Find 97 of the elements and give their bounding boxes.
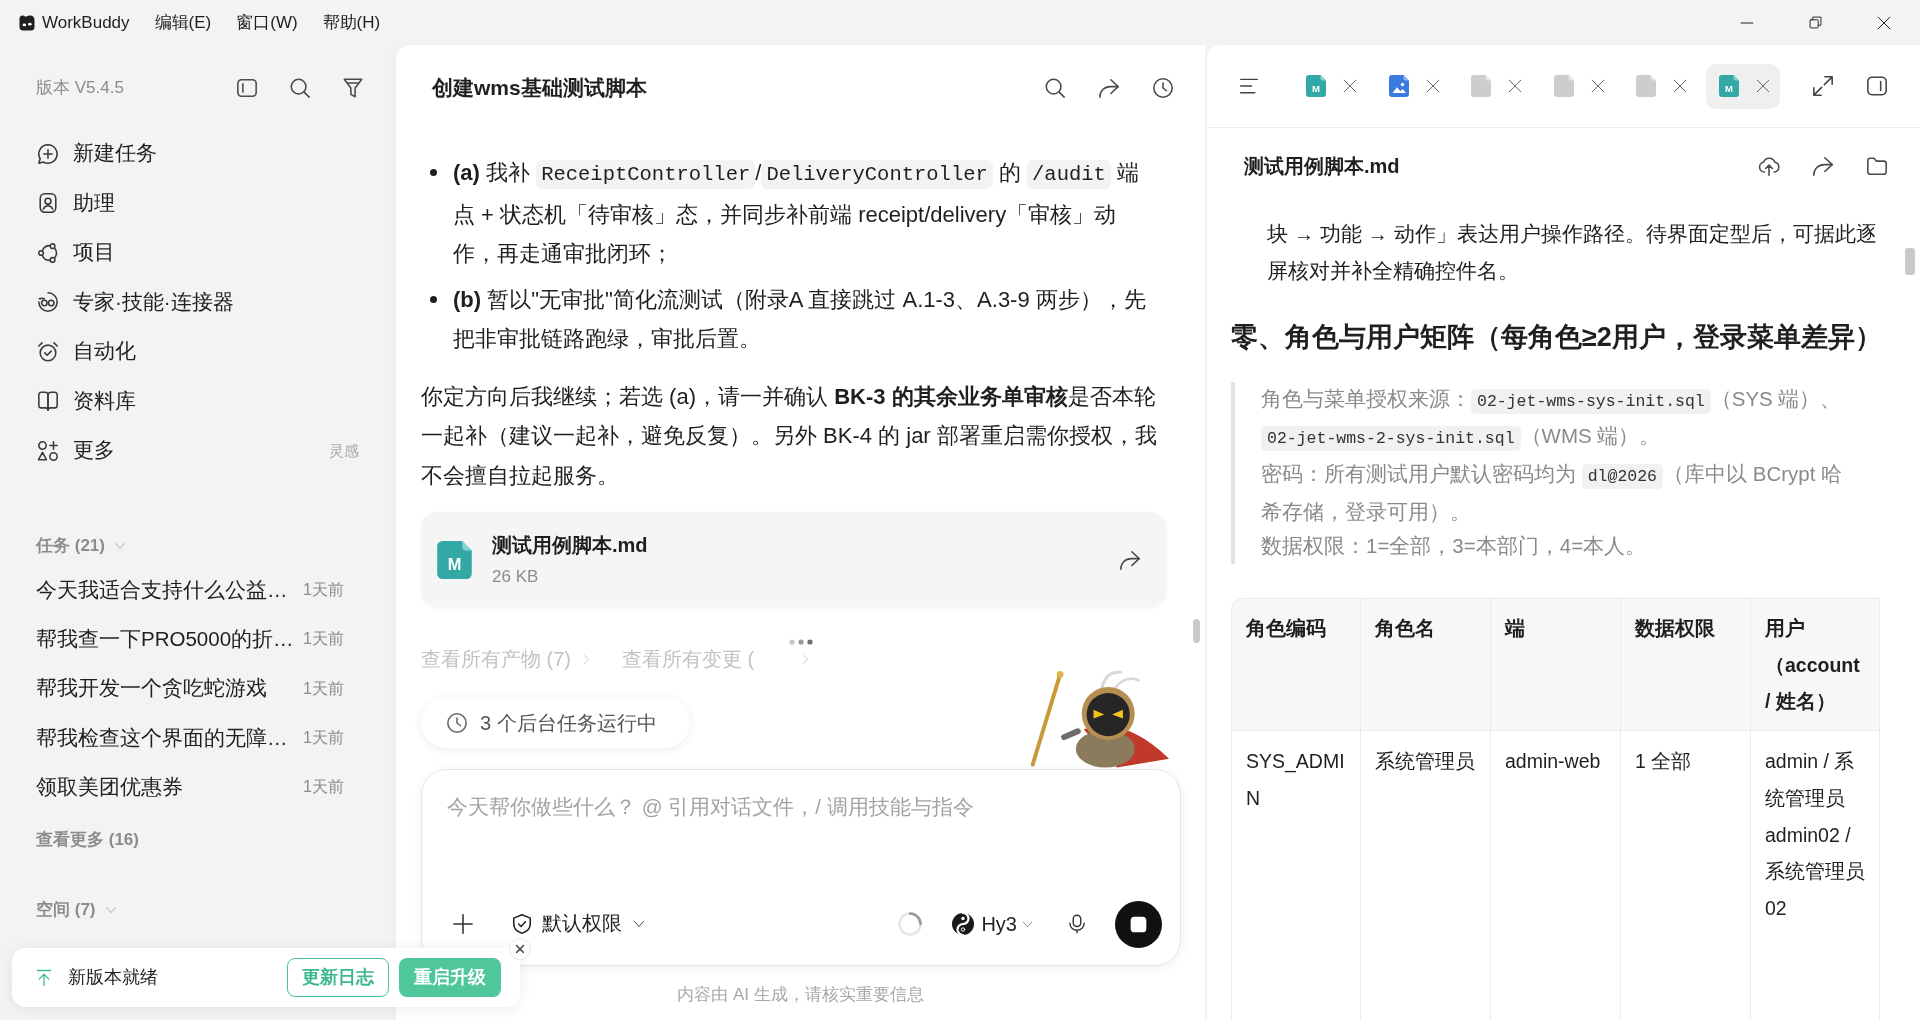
share-icon[interactable] xyxy=(1098,77,1120,99)
message-text: 你定方向后我继续；若选 (a)，请一并确认 BK-3 的其余业务单审核是否本轮一起补（建议一起补，避免反复）。另外 BK-4 的 jar 部署重启需你授权，我不会擅自拉起服务。 xyxy=(421,382,1158,490)
cloud-upload-icon[interactable] xyxy=(1758,155,1780,177)
table-cell: SYS_ADMIN xyxy=(1231,731,1361,1020)
nav-item[interactable]: 新建任务 xyxy=(0,129,396,179)
clock-icon xyxy=(446,711,468,734)
nav-item[interactable]: 助理 xyxy=(0,178,396,228)
scrollbar-thumb[interactable] xyxy=(1193,619,1200,643)
nav-item[interactable]: 专家·技能·连接器 xyxy=(0,277,396,327)
sidebar-toggle-icon[interactable] xyxy=(236,77,258,99)
task-time: 1天前 xyxy=(303,727,344,748)
alarm-check-icon xyxy=(37,340,59,363)
table-cell: 1 全部 xyxy=(1621,731,1751,1020)
task-time: 1天前 xyxy=(303,678,344,699)
quote-text: 数据权限：1=全部，3=本部门，4=本人。 xyxy=(1261,533,1648,560)
app-name: WorkBuddy xyxy=(42,11,130,34)
folder-icon[interactable] xyxy=(1866,155,1888,177)
menu-item[interactable]: 窗口(W) xyxy=(236,9,298,36)
task-time: 1天前 xyxy=(303,580,344,601)
task-item[interactable]: 领取美团优惠券 1天前 xyxy=(0,762,396,812)
task-item[interactable]: 帮我开发一个贪吃蛇游戏 1天前 xyxy=(0,664,396,714)
section-heading: 零、角色与用户矩阵（每角色≥2用户，登录菜单差异） xyxy=(1231,320,1883,354)
document-icon: M xyxy=(1718,75,1739,97)
bullet-icon xyxy=(430,295,437,303)
expand-icon[interactable] xyxy=(1812,75,1834,97)
menu-item[interactable]: 帮助(H) xyxy=(322,9,381,36)
arrow-up-icon xyxy=(35,968,53,987)
bullet-text: (b) 暂以"无审批"简化流测试（附录A 直接跳过 A.1-3、A.3-9 两步），先把非审批链路跑绿，审批后置。 xyxy=(453,285,1147,353)
nav-item[interactable]: 项目 xyxy=(0,228,396,278)
loading-spinner-icon xyxy=(898,912,923,936)
task-item[interactable]: 今天我适合支持什么公益… 1天前 xyxy=(0,565,396,615)
permission-dropdown[interactable]: 默认权限 xyxy=(511,909,645,939)
task-item[interactable]: 帮我检查这个界面的无障… 1天前 xyxy=(0,713,396,763)
glasses-icon xyxy=(37,291,59,314)
model-selector[interactable]: Hy3 xyxy=(951,909,1033,939)
document-title: 测试用例脚本.md xyxy=(1244,154,1400,179)
version-label: 版本 V5.4.5 xyxy=(36,77,124,100)
caret-icon xyxy=(633,918,645,930)
typing-indicator-icon xyxy=(789,639,813,645)
file-icon xyxy=(1636,75,1657,97)
panel-toggle-icon[interactable] xyxy=(1866,75,1888,97)
swirl-logo-icon xyxy=(951,912,976,936)
bullet-text: (a) 我补 ReceiptController / DeliveryController 的 /audit 端点 + 状态机「待审核」态，并同步补前端 receipt/delivery「审核」动作，再走通审批闭环； xyxy=(453,159,1140,268)
person-badge-icon xyxy=(37,192,59,215)
share-icon[interactable] xyxy=(1812,155,1834,177)
nodes-icon xyxy=(37,241,59,264)
file-size: 26 KB xyxy=(492,565,540,588)
scrollbar-thumb[interactable] xyxy=(1905,248,1915,275)
book-icon xyxy=(37,390,59,413)
column-header: 端 xyxy=(1491,598,1621,732)
clock-icon[interactable] xyxy=(1152,77,1174,99)
task-item[interactable]: 帮我查一下PRO5000的折… 1天前 xyxy=(0,614,396,664)
list-item-text: 块 → 功能 → 动作」表达用户操作路径。待界面定型后，可据此逐屏核对并补全精确控件名。 xyxy=(1267,220,1878,284)
shield-check-icon xyxy=(511,913,533,935)
file-icon xyxy=(1471,75,1492,97)
task-time: 1天前 xyxy=(303,777,344,798)
table-cell: 系统管理员 xyxy=(1361,731,1491,1020)
chevron-icon xyxy=(581,653,592,665)
document-icon: M xyxy=(437,540,472,579)
quote-text: 密码：所有测试用户默认密码均为 dl@2026 （库中以 BCrypt 哈希存储，登录可用）。 xyxy=(1261,460,1844,525)
quote-text: 角色与菜单授权来源： 02-jet-wms-sys-init.sql （SYS 端）、 02-jet-wms-2-sys-init.sql （WMS 端）。 xyxy=(1261,381,1845,457)
file-name: 测试用例脚本.md xyxy=(492,532,648,558)
table-cell: admin-web xyxy=(1491,731,1621,1020)
disclaimer-text: 内容由 AI 生成，请核实重要信息 xyxy=(676,984,925,1006)
file-card[interactable]: M 测试用例脚本.md 26 KB xyxy=(421,512,1166,607)
search-icon[interactable] xyxy=(289,77,311,99)
nav-item[interactable]: 更多 灵感 xyxy=(0,426,396,476)
column-header: 用户（account / 姓名） xyxy=(1751,598,1880,732)
filter-icon[interactable] xyxy=(342,77,364,99)
update-message: 新版本就绪 xyxy=(68,966,158,989)
bullet-icon xyxy=(430,169,437,176)
share-icon[interactable] xyxy=(1119,548,1141,571)
chat-plus-icon xyxy=(37,142,59,165)
restore-icon[interactable] xyxy=(1809,16,1822,29)
close-icon[interactable] xyxy=(1877,15,1891,30)
search-icon[interactable] xyxy=(1044,77,1066,99)
file-icon xyxy=(1553,75,1574,97)
image-file-icon xyxy=(1388,75,1409,97)
stop-icon[interactable] xyxy=(1115,900,1162,948)
grid-plus-icon xyxy=(37,439,59,462)
column-header: 角色编码 xyxy=(1231,598,1361,732)
nav-item[interactable]: 资料库 xyxy=(0,376,396,426)
table-cell: admin / 系统管理员 admin02 / 系统管理员02 xyxy=(1751,731,1880,1020)
plus-icon[interactable] xyxy=(452,913,474,935)
nav-item[interactable]: 自动化 xyxy=(0,327,396,377)
app-logo-icon xyxy=(18,13,36,32)
composer-panel[interactable]: 今天帮你做些什么？ @ 引用对话文件，/ 调用技能与指令 默认权限 Hy3 xyxy=(421,769,1181,966)
conversation-title: 创建wms基础测试脚本 xyxy=(432,75,647,102)
column-header: 角色名 xyxy=(1361,598,1491,732)
menu-item[interactable]: 编辑(E) xyxy=(154,9,212,36)
background-tasks-button[interactable]: 3 个后台任务运行中 xyxy=(421,697,690,748)
task-time: 1天前 xyxy=(303,629,344,650)
column-header: 数据权限 xyxy=(1621,598,1751,732)
document-icon: M xyxy=(1306,75,1326,97)
microphone-icon[interactable] xyxy=(1067,913,1087,935)
list-icon[interactable] xyxy=(1237,76,1261,96)
message-input[interactable]: 今天帮你做些什么？ @ 引用对话文件，/ 调用技能与指令 xyxy=(447,792,1155,872)
